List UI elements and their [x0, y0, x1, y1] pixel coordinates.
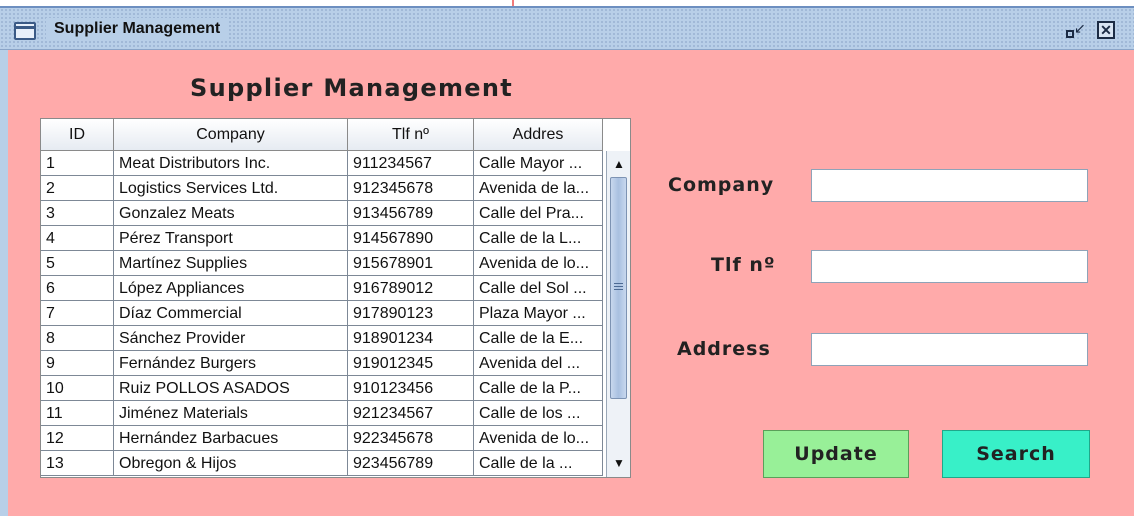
thumb-grip — [614, 283, 623, 284]
company-cell[interactable]: Ruiz POLLOS ASADOS — [114, 376, 348, 401]
column-header-company[interactable]: Company — [114, 119, 348, 151]
thumb-grip — [614, 289, 623, 290]
company-cell[interactable]: Sánchez Provider — [114, 326, 348, 351]
company-cell[interactable]: Gonzalez Meats — [114, 201, 348, 226]
column-header-address[interactable]: Addres — [474, 119, 603, 151]
scroll-thumb[interactable] — [610, 177, 627, 399]
table-row[interactable]: 1 Meat Distributors Inc. 911234567 Calle Ma… — [41, 151, 606, 176]
id-cell[interactable]: 13 — [41, 451, 114, 476]
phone-cell[interactable]: 913456789 — [348, 201, 474, 226]
table-row[interactable]: 11 Jiménez Materials 921234567 Calle de los… — [41, 401, 606, 426]
vertical-scrollbar[interactable]: ▲ ▼ — [606, 151, 630, 477]
company-field[interactable] — [811, 169, 1088, 202]
phone-cell[interactable]: 923456789 — [348, 451, 474, 476]
arrow-icon: ↙ — [1074, 20, 1086, 36]
page-title: Supplier Management — [190, 74, 514, 102]
phone-cell[interactable]: 916789012 — [348, 276, 474, 301]
address-cell[interactable]: Calle de la L... — [474, 226, 603, 251]
arrow-down-icon: ▼ — [613, 456, 625, 470]
title-bar[interactable]: Supplier Management ↙ ✕ — [0, 8, 1134, 50]
top-strip — [0, 0, 1134, 8]
company-cell[interactable]: Hernández Barbacues — [114, 426, 348, 451]
search-button[interactable]: Search — [942, 430, 1090, 478]
table-row[interactable]: 9 Fernández Burgers 919012345 Avenida del .… — [41, 351, 606, 376]
table-row[interactable]: 2 Logistics Services Ltd. 912345678 Avenida… — [41, 176, 606, 201]
scroll-up-button[interactable]: ▲ — [609, 154, 629, 174]
company-label: Company — [668, 174, 775, 196]
address-cell[interactable]: Calle Mayor ... — [474, 151, 603, 176]
phone-cell[interactable]: 917890123 — [348, 301, 474, 326]
address-cell[interactable]: Calle del Sol ... — [474, 276, 603, 301]
phone-cell[interactable]: 921234567 — [348, 401, 474, 426]
phone-cell[interactable]: 912345678 — [348, 176, 474, 201]
thumb-grip — [614, 286, 623, 287]
table-row[interactable]: 7 Díaz Commercial 917890123 Plaza Mayor ... — [41, 301, 606, 326]
table-row[interactable]: 3 Gonzalez Meats 913456789 Calle del Pra... — [41, 201, 606, 226]
id-cell[interactable]: 8 — [41, 326, 114, 351]
table-row[interactable]: 6 López Appliances 916789012 Calle del Sol … — [41, 276, 606, 301]
company-cell[interactable]: Obregon & Hijos — [114, 451, 348, 476]
column-header-phone[interactable]: Tlf nº — [348, 119, 474, 151]
address-cell[interactable]: Calle de la E... — [474, 326, 603, 351]
address-cell[interactable]: Avenida de la... — [474, 176, 603, 201]
update-button[interactable]: Update — [763, 430, 909, 478]
id-cell[interactable]: 5 — [41, 251, 114, 276]
scroll-down-button[interactable]: ▼ — [609, 453, 629, 473]
phone-field[interactable] — [811, 250, 1088, 283]
phone-cell[interactable]: 915678901 — [348, 251, 474, 276]
window-title: Supplier Management — [46, 18, 229, 40]
address-cell[interactable]: Avenida de lo... — [474, 426, 603, 451]
restore-icon — [1066, 30, 1074, 38]
address-cell[interactable]: Calle de los ... — [474, 401, 603, 426]
id-cell[interactable]: 12 — [41, 426, 114, 451]
company-cell[interactable]: Meat Distributors Inc. — [114, 151, 348, 176]
address-cell[interactable]: Plaza Mayor ... — [474, 301, 603, 326]
phone-cell[interactable]: 910123456 — [348, 376, 474, 401]
company-cell[interactable]: Martínez Supplies — [114, 251, 348, 276]
table-row[interactable]: 10 Ruiz POLLOS ASADOS 910123456 Calle de la… — [41, 376, 606, 401]
column-header-id[interactable]: ID — [41, 119, 114, 151]
phone-cell[interactable]: 914567890 — [348, 226, 474, 251]
restore-button[interactable]: ↙ — [1064, 20, 1086, 40]
window-icon[interactable] — [14, 22, 36, 40]
close-icon: ✕ — [1100, 22, 1112, 38]
id-cell[interactable]: 11 — [41, 401, 114, 426]
id-cell[interactable]: 1 — [41, 151, 114, 176]
phone-cell[interactable]: 911234567 — [348, 151, 474, 176]
id-cell[interactable]: 6 — [41, 276, 114, 301]
phone-cell[interactable]: 918901234 — [348, 326, 474, 351]
company-cell[interactable]: López Appliances — [114, 276, 348, 301]
table-row[interactable]: 13 Obregon & Hijos 923456789 Calle de la ..… — [41, 451, 606, 476]
address-cell[interactable]: Avenida del ... — [474, 351, 603, 376]
phone-label: Tlf nº — [711, 254, 776, 276]
company-cell[interactable]: Jiménez Materials — [114, 401, 348, 426]
table-row[interactable]: 8 Sánchez Provider 918901234 Calle de la E.… — [41, 326, 606, 351]
address-cell[interactable]: Calle del Pra... — [474, 201, 603, 226]
id-cell[interactable]: 9 — [41, 351, 114, 376]
table-header: ID Company Tlf nº Addres — [41, 119, 606, 151]
id-cell[interactable]: 7 — [41, 301, 114, 326]
id-cell[interactable]: 2 — [41, 176, 114, 201]
company-cell[interactable]: Logistics Services Ltd. — [114, 176, 348, 201]
company-cell[interactable]: Pérez Transport — [114, 226, 348, 251]
id-cell[interactable]: 10 — [41, 376, 114, 401]
id-cell[interactable]: 3 — [41, 201, 114, 226]
close-button[interactable]: ✕ — [1097, 21, 1115, 39]
table-body: 1 Meat Distributors Inc. 911234567 Calle Ma… — [41, 151, 606, 477]
address-cell[interactable]: Avenida de lo... — [474, 251, 603, 276]
address-cell[interactable]: Calle de la P... — [474, 376, 603, 401]
table-row[interactable]: 4 Pérez Transport 914567890 Calle de la L..… — [41, 226, 606, 251]
phone-cell[interactable]: 922345678 — [348, 426, 474, 451]
table-row[interactable]: 12 Hernández Barbacues 922345678 Avenida de… — [41, 426, 606, 451]
company-cell[interactable]: Díaz Commercial — [114, 301, 348, 326]
supplier-table[interactable]: ID Company Tlf nº Addres 1 Meat Distribut… — [40, 118, 631, 478]
id-cell[interactable]: 4 — [41, 226, 114, 251]
phone-cell[interactable]: 919012345 — [348, 351, 474, 376]
table-row[interactable]: 5 Martínez Supplies 915678901 Avenida de lo… — [41, 251, 606, 276]
address-cell[interactable]: Calle de la ... — [474, 451, 603, 476]
address-field[interactable] — [811, 333, 1088, 366]
address-label: Address — [677, 338, 771, 360]
company-cell[interactable]: Fernández Burgers — [114, 351, 348, 376]
arrow-up-icon: ▲ — [613, 157, 625, 171]
